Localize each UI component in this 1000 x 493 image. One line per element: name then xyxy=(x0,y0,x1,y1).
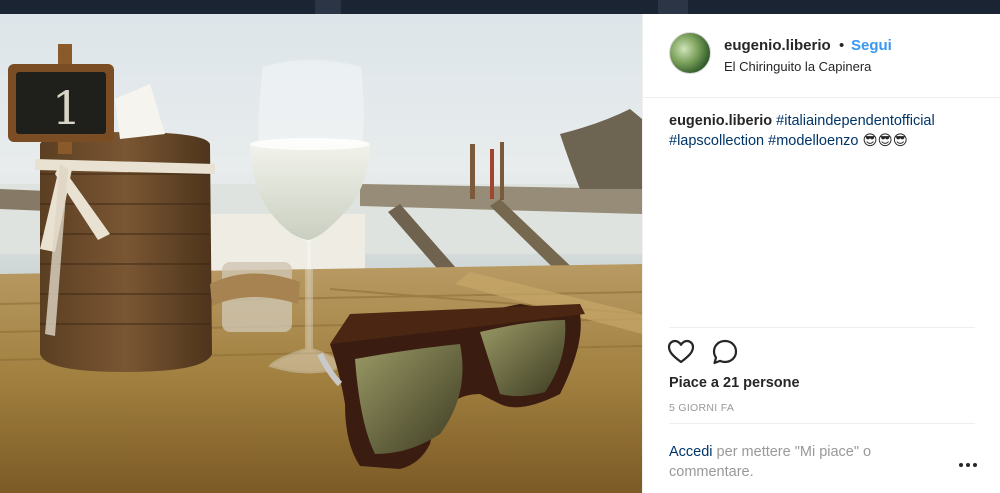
post-sidebar: eugenio.liberio • Segui El Chiringuito l… xyxy=(642,14,1000,493)
hashtag-link[interactable]: #lapscollection xyxy=(669,133,764,149)
browser-top-strip xyxy=(0,0,1000,14)
login-link[interactable]: Accedi xyxy=(669,444,713,460)
comment-button[interactable] xyxy=(711,338,739,366)
username-link[interactable]: eugenio.liberio xyxy=(724,37,831,54)
post-photo[interactable]: 1 xyxy=(0,14,642,493)
follow-button[interactable]: Segui xyxy=(851,37,892,54)
heart-icon xyxy=(667,339,695,364)
top-strip-segment xyxy=(658,0,688,14)
more-options-icon xyxy=(966,463,970,467)
photo-illustration: 1 xyxy=(0,14,642,493)
post-header: eugenio.liberio • Segui El Chiringuito l… xyxy=(643,14,1000,98)
separator-dot: • xyxy=(839,37,845,54)
caption-emoji: 😎😎😎 xyxy=(862,133,908,149)
avatar[interactable] xyxy=(669,32,711,74)
caption-username[interactable]: eugenio.liberio xyxy=(669,113,772,129)
more-options-button[interactable] xyxy=(959,460,977,470)
like-button[interactable] xyxy=(667,338,695,366)
likes-count[interactable]: Piace a 21 persone xyxy=(669,375,800,391)
comment-divider xyxy=(669,423,975,424)
more-options-icon xyxy=(959,463,963,467)
post-caption: eugenio.liberio #italiaindependentoffici… xyxy=(669,111,979,151)
location-link[interactable]: El Chiringuito la Capinera xyxy=(724,59,871,74)
actions-divider xyxy=(669,327,975,328)
login-prompt: Accedi per mettere "Mi piace" o commenta… xyxy=(669,442,919,482)
more-options-icon xyxy=(973,463,977,467)
top-strip-segment xyxy=(315,0,341,14)
hashtag-link[interactable]: #italiaindependentofficial xyxy=(776,113,935,129)
chalkboard-number: 1 xyxy=(52,81,81,135)
comment-icon xyxy=(712,339,738,365)
hashtag-link[interactable]: #modelloenzo xyxy=(768,133,858,149)
post-timestamp[interactable]: 5 GIORNI FA xyxy=(669,402,734,414)
